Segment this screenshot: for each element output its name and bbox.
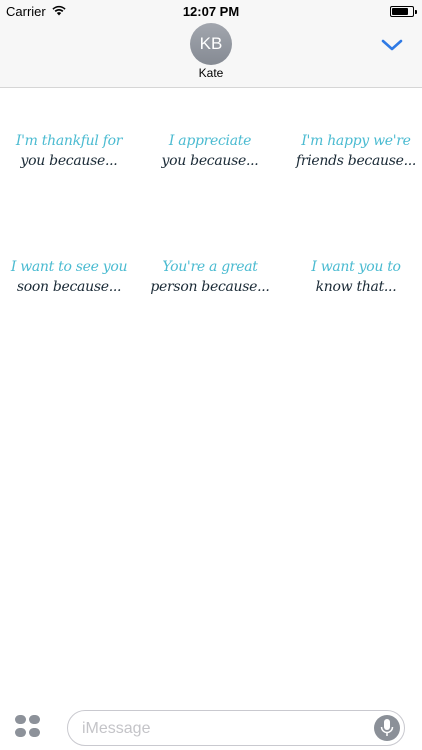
battery-fill xyxy=(392,8,408,15)
status-time: 12:07 PM xyxy=(182,4,240,19)
app-drawer-icon[interactable] xyxy=(15,715,43,739)
sticker-line-1: I appreciate xyxy=(168,133,252,149)
sticker-appreciate[interactable]: I appreciate you because... xyxy=(141,131,279,221)
contact-name[interactable]: Kate xyxy=(0,66,422,80)
sticker-line-2: you because... xyxy=(20,153,118,169)
sticker-line-1: I'm happy we're xyxy=(301,133,411,149)
sticker-see-you[interactable]: I want to see you soon because... xyxy=(0,257,138,347)
sticker-line-2: soon because... xyxy=(16,279,122,295)
status-bar: Carrier 12:07 PM xyxy=(0,0,422,22)
sticker-line-1: You're a great xyxy=(162,259,258,275)
sticker-happy-friends[interactable]: I'm happy we're friends because... xyxy=(287,131,422,221)
sticker-line-1: I want you to xyxy=(311,259,401,275)
message-field[interactable] xyxy=(67,710,405,746)
conversation-header: KB Kate xyxy=(0,22,422,88)
sticker-line-2: person because... xyxy=(150,279,270,295)
battery-icon xyxy=(390,6,417,17)
message-input[interactable] xyxy=(82,719,362,739)
message-input-bar xyxy=(0,700,422,750)
sticker-line-1: I want to see you xyxy=(10,259,128,275)
sticker-great-person[interactable]: You're a great person because... xyxy=(141,257,279,347)
contact-avatar[interactable]: KB xyxy=(190,23,232,65)
sticker-know-that[interactable]: I want you to know that... xyxy=(287,257,422,347)
sticker-line-2: know that... xyxy=(315,279,397,295)
microphone-icon[interactable] xyxy=(374,715,400,741)
sticker-line-2: friends because... xyxy=(295,153,417,169)
sticker-thankful[interactable]: I'm thankful for you because... xyxy=(0,131,138,221)
sticker-line-1: I'm thankful for xyxy=(15,133,123,149)
sticker-line-2: you because... xyxy=(161,153,259,169)
chevron-down-icon[interactable] xyxy=(380,37,404,53)
